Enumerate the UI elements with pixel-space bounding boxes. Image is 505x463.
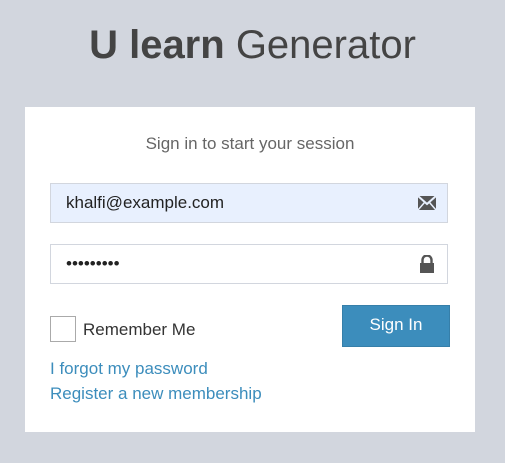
logo-light-text: Generator [235,23,416,67]
lock-icon [417,254,437,273]
remember-me-checkbox[interactable] [50,316,76,342]
logo-bold-text: U learn [89,23,225,67]
password-field[interactable] [50,244,448,284]
remember-me-label[interactable]: Remember Me [83,320,195,340]
login-box: Sign in to start your session Remember M… [25,107,475,432]
email-field[interactable] [50,183,448,223]
register-link[interactable]: Register a new membership [50,384,262,404]
login-box-message: Sign in to start your session [145,134,355,153]
email-input[interactable] [51,184,411,222]
password-input[interactable] [51,245,411,283]
forgot-password-link[interactable]: I forgot my password [50,359,208,379]
sign-in-button[interactable]: Sign In [342,305,450,347]
app-logo[interactable]: U learn Generator [0,22,505,68]
envelope-icon [417,194,437,212]
